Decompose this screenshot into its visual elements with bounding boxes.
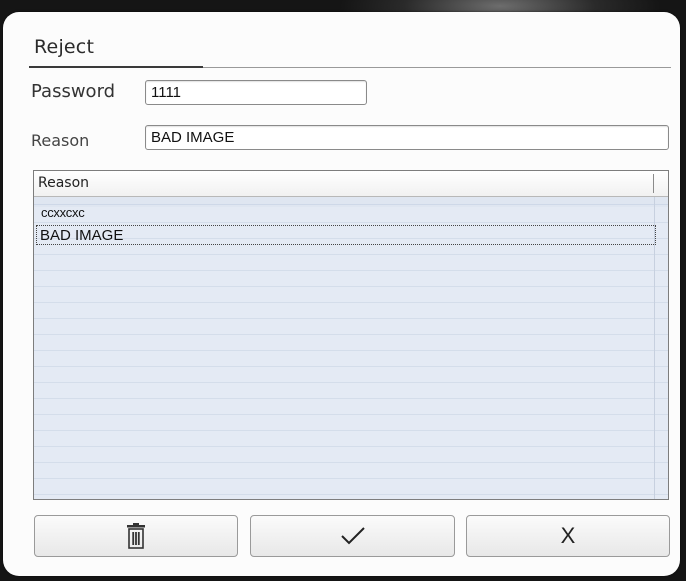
list-background (34, 207, 668, 499)
header-separator (653, 174, 654, 193)
title-underline (29, 66, 203, 68)
reason-field[interactable]: BAD IMAGE (145, 125, 669, 150)
cancel-button[interactable]: X (466, 515, 670, 557)
password-field[interactable]: 1111 (145, 80, 367, 105)
list-item-selected[interactable]: BAD IMAGE (36, 225, 656, 245)
checkmark-icon (340, 527, 365, 545)
trash-icon (127, 523, 145, 549)
dialog-title: Reject (34, 36, 95, 58)
delete-button[interactable] (34, 515, 238, 557)
list-item[interactable]: ccxxcxc (36, 203, 656, 223)
password-label: Password (31, 81, 116, 102)
reason-list[interactable]: Reason ccxxcxc BAD IMAGE (33, 170, 669, 500)
list-header[interactable]: Reason (34, 171, 668, 197)
confirm-button[interactable] (250, 515, 455, 557)
list-header-reason: Reason (38, 175, 90, 191)
reason-label: Reason (31, 131, 90, 150)
